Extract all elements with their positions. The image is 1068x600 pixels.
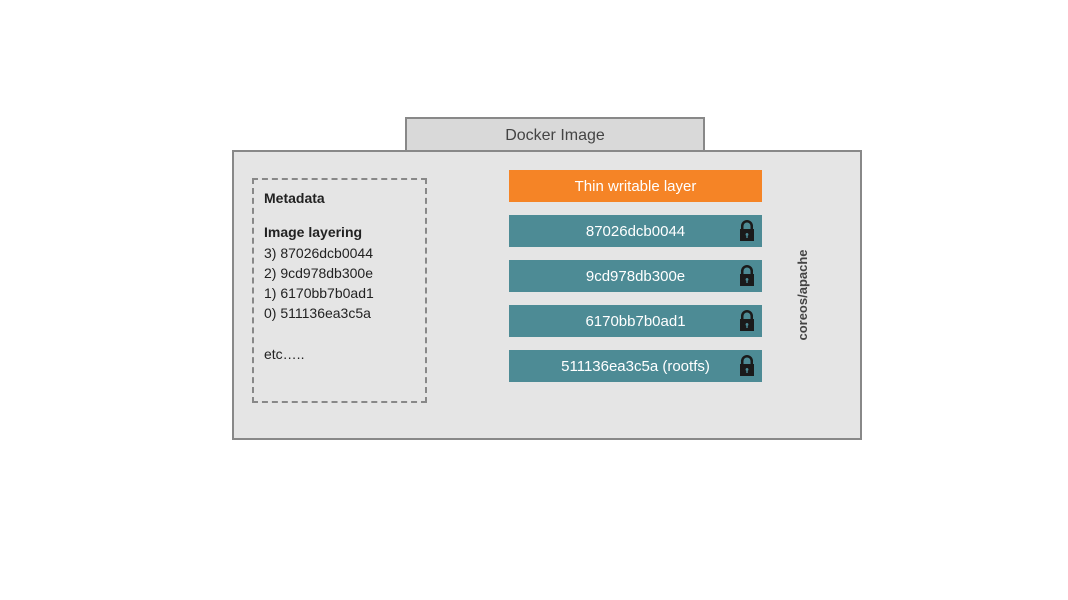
image-layer-rootfs: 511136ea3c5a (rootfs) xyxy=(509,350,762,382)
metadata-item: 2) 9cd978db300e xyxy=(264,263,415,283)
image-layering-heading: Image layering xyxy=(264,222,415,242)
lock-icon xyxy=(738,264,756,288)
lock-icon xyxy=(738,219,756,243)
layers-stack: Thin writable layer 87026dcb0044 9cd978d… xyxy=(509,170,762,382)
docker-image-container: Metadata Image layering 3) 87026dcb0044 … xyxy=(232,150,862,440)
metadata-heading: Metadata xyxy=(264,188,415,208)
layer-label: 6170bb7b0ad1 xyxy=(585,313,685,330)
metadata-etc: etc….. xyxy=(264,344,415,364)
layer-label: 9cd978db300e xyxy=(586,268,685,285)
image-layer: 87026dcb0044 xyxy=(509,215,762,247)
image-layer: 9cd978db300e xyxy=(509,260,762,292)
writable-layer: Thin writable layer xyxy=(509,170,762,202)
layer-label: 511136ea3c5a (rootfs) xyxy=(561,358,710,375)
layer-label: 87026dcb0044 xyxy=(586,223,685,240)
metadata-item: 0) 511136ea3c5a xyxy=(264,303,415,323)
metadata-item: 1) 6170bb7b0ad1 xyxy=(264,283,415,303)
docker-image-title: Docker Image xyxy=(505,127,605,145)
layer-label: Thin writable layer xyxy=(575,178,697,195)
lock-icon xyxy=(738,309,756,333)
image-layer: 6170bb7b0ad1 xyxy=(509,305,762,337)
image-name-label: coreos/apache xyxy=(795,249,810,340)
metadata-box: Metadata Image layering 3) 87026dcb0044 … xyxy=(252,178,427,403)
lock-icon xyxy=(738,354,756,378)
metadata-item: 3) 87026dcb0044 xyxy=(264,243,415,263)
